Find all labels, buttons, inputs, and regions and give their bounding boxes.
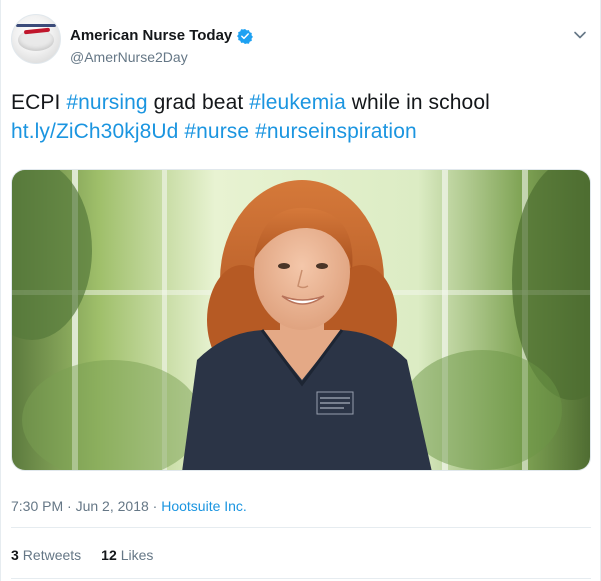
text-segment: ECPI <box>11 91 67 114</box>
text-segment: grad beat <box>147 91 250 114</box>
retweets-label: Retweets <box>22 547 82 563</box>
tweet-photo[interactable] <box>11 169 591 471</box>
hashtag-nursing-link[interactable]: #nursing <box>66 91 147 114</box>
likes-stat[interactable]: 12 Likes <box>101 547 153 563</box>
meta-separator: · <box>67 498 72 514</box>
tweet-card: American Nurse Today @AmerNurse2Day ECPI… <box>0 0 601 581</box>
divider <box>11 527 591 528</box>
meta-separator: · <box>152 498 158 514</box>
verified-badge-icon <box>237 28 254 44</box>
text-segment: while in school <box>345 91 490 114</box>
tweet-meta: 7:30 PM · Jun 2, 2018 · Hootsuite Inc. <box>11 498 247 514</box>
tweet-text-line-1: ECPI #nursing grad beat #leukemia while … <box>11 88 581 117</box>
tweet-text-line-2: ht.ly/ZiCh30kj8Ud #nurse #nurseinspirati… <box>11 117 581 146</box>
tweet-header: American Nurse Today @AmerNurse2Day <box>11 14 591 66</box>
divider <box>11 578 591 579</box>
retweets-stat[interactable]: 3 Retweets <box>11 547 81 563</box>
account-handle[interactable]: @AmerNurse2Day <box>70 49 188 65</box>
display-name[interactable]: American Nurse Today <box>70 27 232 44</box>
tweet-date[interactable]: Jun 2, 2018 <box>76 498 149 514</box>
hashtag-nurseinspiration-link[interactable]: #nurseinspiration <box>255 120 417 143</box>
avatar[interactable] <box>11 14 61 64</box>
photo-nurse-portrait <box>12 170 590 470</box>
tweet-stats: 3 Retweets 12 Likes <box>11 547 153 563</box>
short-url-link[interactable]: ht.ly/ZiCh30kj8Ud <box>11 120 178 143</box>
tweet-text: ECPI #nursing grad beat #leukemia while … <box>11 88 581 146</box>
hashtag-nurse-link[interactable]: #nurse <box>184 120 249 143</box>
name-row: American Nurse Today <box>70 27 254 44</box>
tweet-time[interactable]: 7:30 PM <box>11 498 63 514</box>
chevron-down-icon[interactable] <box>573 28 587 42</box>
tweet-source-link[interactable]: Hootsuite Inc. <box>161 498 247 514</box>
likes-count: 12 <box>101 547 117 563</box>
retweets-count: 3 <box>11 547 19 563</box>
likes-label: Likes <box>120 547 154 563</box>
avatar-logo-bar <box>16 24 56 27</box>
hashtag-leukemia-link[interactable]: #leukemia <box>249 91 346 114</box>
